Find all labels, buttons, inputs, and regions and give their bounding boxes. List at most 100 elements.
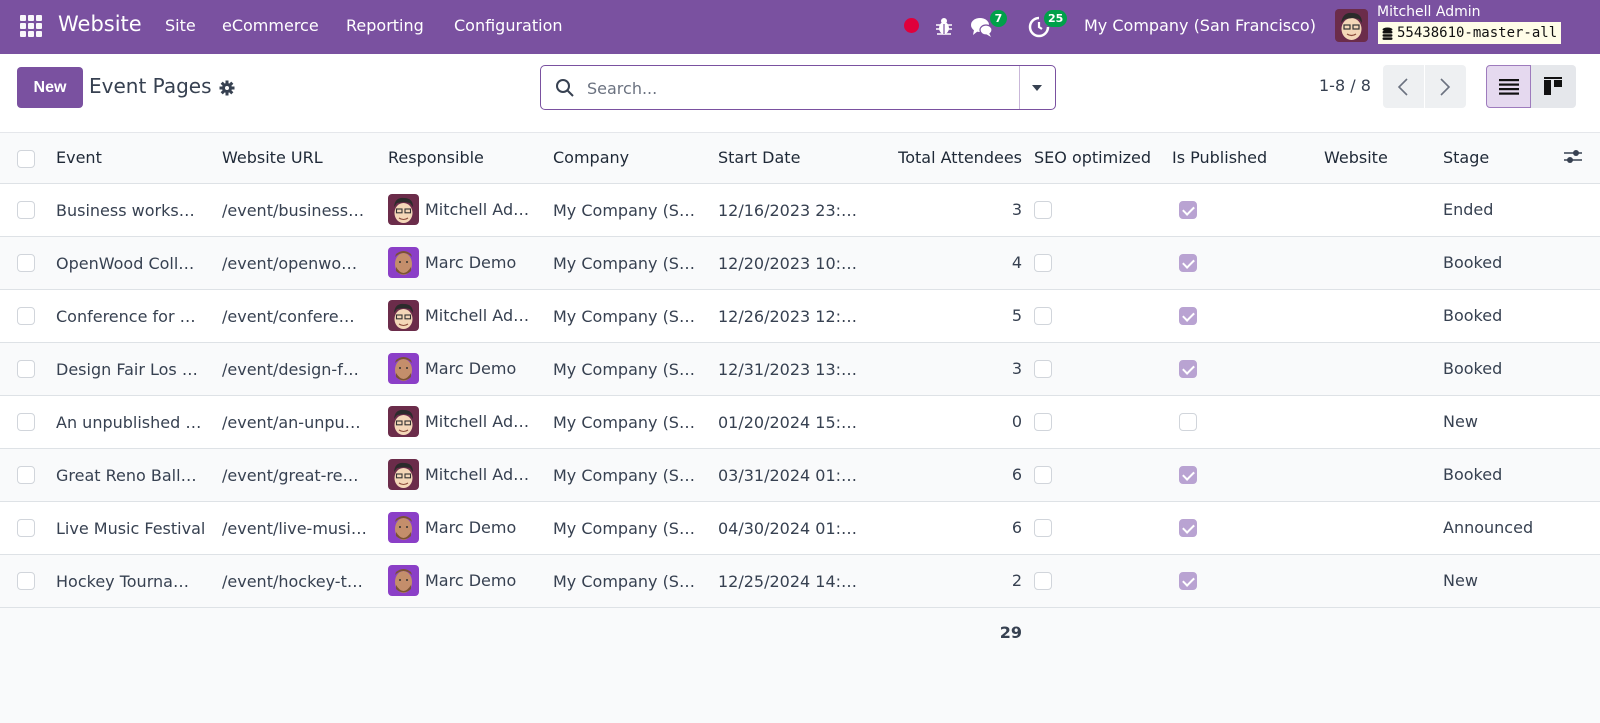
seo-optimized-checkbox <box>1034 572 1052 591</box>
menu-site[interactable]: Site <box>165 16 196 35</box>
column-website-url[interactable]: Website URL <box>222 133 388 184</box>
event-name: Business works… <box>56 200 195 220</box>
seo-optimized-checkbox <box>1034 466 1052 485</box>
seo-optimized-checkbox <box>1034 519 1052 538</box>
column-company[interactable]: Company <box>553 133 718 184</box>
row-select-checkbox[interactable] <box>17 572 35 591</box>
optional-columns-toggle-icon[interactable] <box>1563 147 1583 165</box>
responsible-name: Marc Demo <box>425 571 517 590</box>
seo-optimized-checkbox <box>1034 307 1052 326</box>
total-attendees: 3 <box>883 183 1034 237</box>
column-stage[interactable]: Stage <box>1443 133 1563 184</box>
app-name[interactable]: Website <box>58 12 142 36</box>
responsible-avatar <box>388 459 419 490</box>
table-row[interactable]: Great Reno Ball… /event/great-re… Mitche… <box>0 448 1600 502</box>
is-published-checkbox <box>1179 466 1197 485</box>
table-row[interactable]: Design Fair Los … /event/design-f… Marc … <box>0 342 1600 396</box>
control-panel: New Event Pages 1-8 / 8 <box>0 54 1600 133</box>
column-total-attendees[interactable]: Total Attendees <box>883 133 1034 184</box>
table-row[interactable]: Conference for … /event/confere… Mitchel… <box>0 289 1600 343</box>
seo-optimized-checkbox <box>1034 360 1052 379</box>
start-date: 12/26/2023 12:… <box>718 306 858 326</box>
total-attendees-sum: 29 <box>883 607 1034 657</box>
responsible-avatar <box>388 406 419 437</box>
website-cell <box>1324 448 1443 502</box>
row-select-checkbox[interactable] <box>17 360 35 379</box>
menu-reporting[interactable]: Reporting <box>346 16 424 35</box>
responsible-name: Mitchell Ad… <box>425 465 530 484</box>
seo-optimized-checkbox <box>1034 254 1052 273</box>
table-row[interactable]: OpenWood Coll… /event/openwo… Marc Demo … <box>0 236 1600 290</box>
table-row[interactable]: An unpublished … /event/an-unpu… Mitchel… <box>0 395 1600 449</box>
seo-optimized-checkbox <box>1034 201 1052 220</box>
column-responsible[interactable]: Responsible <box>388 133 553 184</box>
start-date: 12/16/2023 23:… <box>718 200 858 220</box>
responsible-name: Mitchell Ad… <box>425 306 530 325</box>
table-row[interactable]: Business works… /event/business… Mitchel… <box>0 183 1600 237</box>
total-attendees: 5 <box>883 289 1034 343</box>
start-date: 03/31/2024 01:… <box>718 465 858 485</box>
bug-icon[interactable] <box>935 16 953 36</box>
column-event[interactable]: Event <box>56 133 222 184</box>
start-date: 04/30/2024 01:… <box>718 518 858 538</box>
event-name: An unpublished … <box>56 412 202 432</box>
pager-previous-button[interactable] <box>1383 65 1424 108</box>
chat-count-badge: 7 <box>990 10 1007 27</box>
gear-icon[interactable] <box>219 80 235 96</box>
chevron-left-icon <box>1397 78 1408 96</box>
row-select-checkbox[interactable] <box>17 413 35 432</box>
is-published-checkbox <box>1179 519 1197 538</box>
row-select-checkbox[interactable] <box>17 519 35 538</box>
website-cell <box>1324 395 1443 449</box>
website-url: /event/confere… <box>222 306 355 326</box>
table-row[interactable]: Hockey Tourna… /event/hockey-t… Marc Dem… <box>0 554 1600 608</box>
responsible-avatar <box>388 512 419 543</box>
search-input[interactable] <box>587 75 987 101</box>
chevron-right-icon <box>1440 78 1451 96</box>
website-url: /event/business… <box>222 200 365 220</box>
pager-value[interactable]: 1-8 / 8 <box>1319 76 1371 95</box>
user-avatar[interactable] <box>1335 9 1368 42</box>
user-name[interactable]: Mitchell Admin <box>1377 4 1481 20</box>
list-view-button[interactable] <box>1486 65 1531 108</box>
menu-ecommerce[interactable]: eCommerce <box>222 16 319 35</box>
is-published-checkbox <box>1179 201 1197 220</box>
stage: New <box>1443 554 1563 608</box>
column-seo-optimized[interactable]: SEO optimized <box>1034 133 1172 184</box>
kanban-view-button[interactable] <box>1531 65 1576 108</box>
responsible-avatar <box>388 194 419 225</box>
search-icon <box>556 79 574 97</box>
select-all-checkbox[interactable] <box>17 149 35 168</box>
row-select-checkbox[interactable] <box>17 307 35 326</box>
row-select-checkbox[interactable] <box>17 201 35 220</box>
website-url: /event/great-re… <box>222 465 359 485</box>
new-button[interactable]: New <box>17 67 83 108</box>
company-name: My Company (S… <box>553 518 695 538</box>
column-website[interactable]: Website <box>1324 133 1443 184</box>
column-start-date[interactable]: Start Date <box>718 133 883 184</box>
stage: Booked <box>1443 342 1563 396</box>
responsible-avatar <box>388 247 419 278</box>
apps-grid-icon[interactable] <box>20 15 42 37</box>
row-select-checkbox[interactable] <box>17 466 35 485</box>
menu-configuration[interactable]: Configuration <box>454 16 563 35</box>
table-row[interactable]: Live Music Festival /event/live-musi… Ma… <box>0 501 1600 555</box>
search-options-toggle[interactable] <box>1019 66 1055 109</box>
column-is-published[interactable]: Is Published <box>1172 133 1324 184</box>
row-select-checkbox[interactable] <box>17 254 35 273</box>
recording-dot-icon[interactable] <box>904 18 919 33</box>
pager-next-button[interactable] <box>1425 65 1466 108</box>
top-navbar: Website Site eCommerce Reporting Configu… <box>0 0 1600 54</box>
company-name: My Company (S… <box>553 465 695 485</box>
stage: Announced <box>1443 501 1563 555</box>
website-url: /event/live-musi… <box>222 518 367 538</box>
activity-count-badge: 25 <box>1044 10 1068 27</box>
table-header-row: Event Website URL Responsible Company St… <box>0 133 1600 184</box>
website-cell <box>1324 554 1443 608</box>
event-name: Live Music Festival <box>56 518 206 538</box>
start-date: 12/20/2023 10:… <box>718 253 858 273</box>
is-published-checkbox <box>1179 360 1197 379</box>
responsible-name: Mitchell Ad… <box>425 412 530 431</box>
company-switcher[interactable]: My Company (San Francisco) <box>1084 16 1316 35</box>
page-title: Event Pages <box>89 74 212 98</box>
